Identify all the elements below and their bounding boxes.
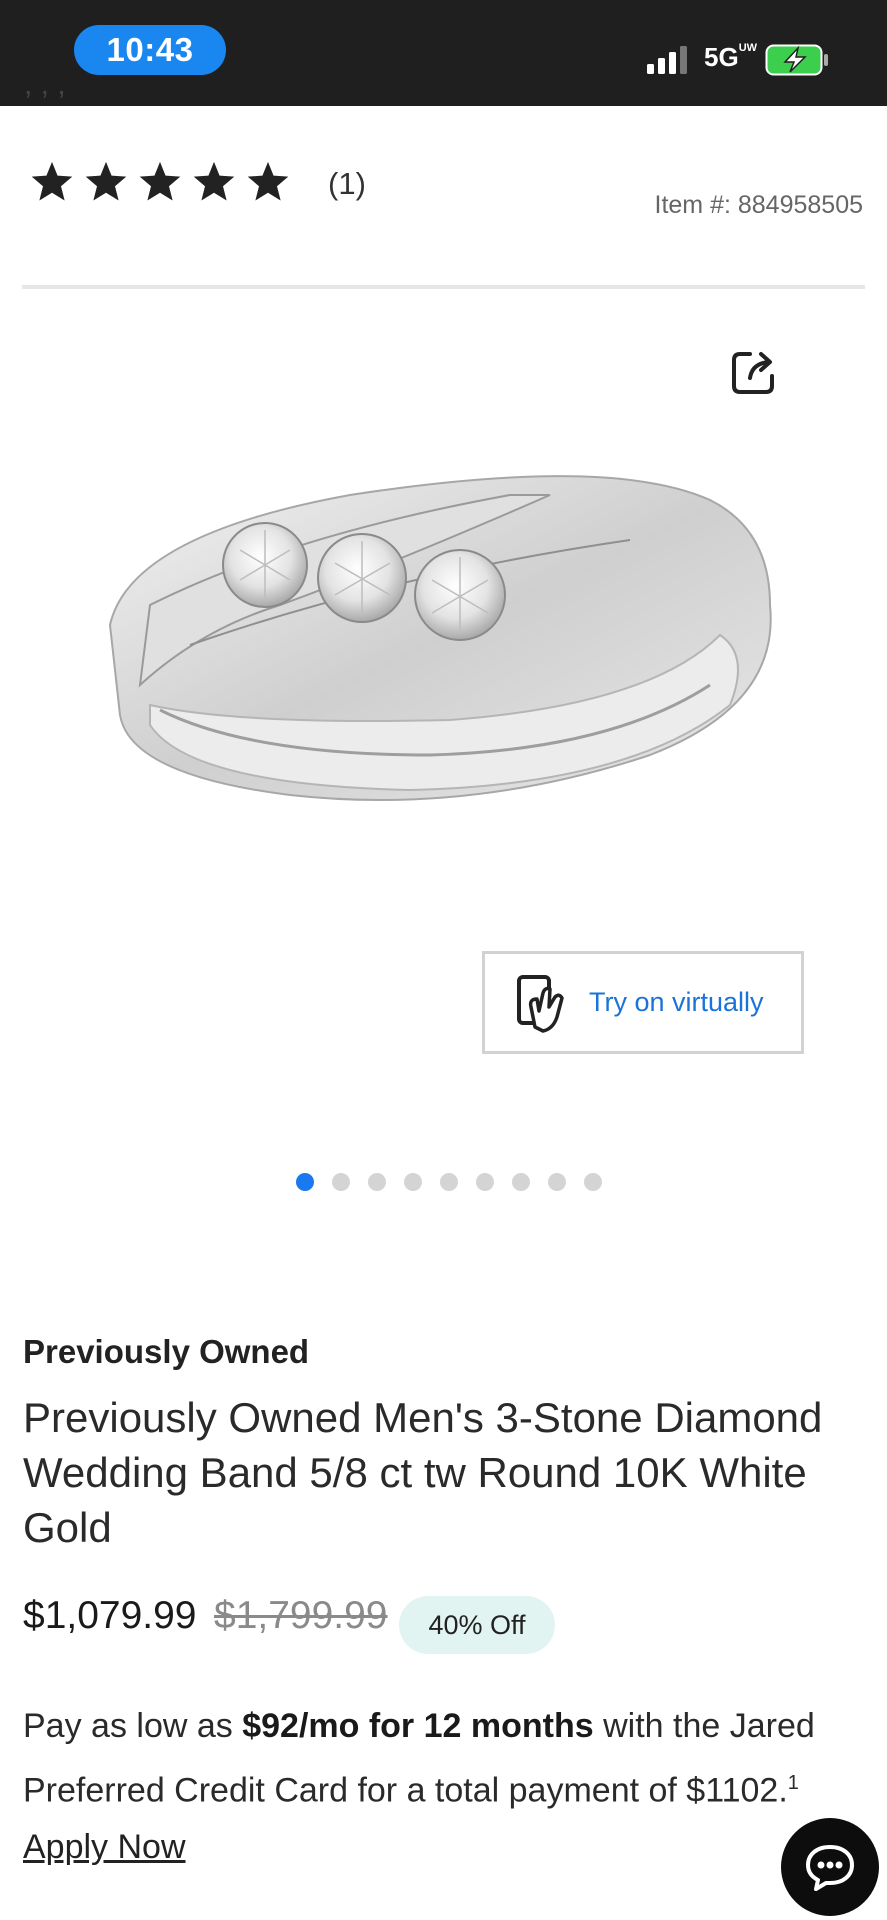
- try-on-label: Try on virtually: [589, 987, 764, 1017]
- financing-prefix: Pay as low as: [23, 1707, 243, 1745]
- financing-amount: $92/mo for 12 months: [242, 1707, 594, 1745]
- star-icon: [139, 161, 181, 201]
- battery-charging-icon: [765, 44, 828, 76]
- carousel-dots[interactable]: [296, 1173, 602, 1191]
- financing-info: Pay as low as $92/mo for 12 months with …: [23, 1698, 868, 1876]
- network-type: 5G: [704, 42, 739, 72]
- hand-phone-icon: [517, 974, 564, 1033]
- carousel-dot[interactable]: [512, 1173, 530, 1191]
- status-time: 10:43: [74, 25, 226, 75]
- try-on-virtually-button[interactable]: Try on virtually: [482, 951, 804, 1054]
- carousel-dot[interactable]: [476, 1173, 494, 1191]
- chat-button[interactable]: [781, 1818, 879, 1916]
- carousel-dot[interactable]: [548, 1173, 566, 1191]
- carousel-dot[interactable]: [368, 1173, 386, 1191]
- item-number: Item #: 884958505: [654, 191, 864, 219]
- share-icon[interactable]: [728, 346, 780, 398]
- star-icon: [31, 161, 73, 201]
- star-icon: [193, 161, 235, 201]
- carousel-dot[interactable]: [404, 1173, 422, 1191]
- network-superscript: UW: [738, 42, 758, 54]
- product-category: Previously Owned: [23, 1333, 310, 1370]
- divider: [22, 285, 865, 289]
- carousel-dot[interactable]: [440, 1173, 458, 1191]
- apply-now-link[interactable]: Apply Now: [23, 1828, 186, 1866]
- star-icon: [247, 161, 289, 201]
- cutoff-text: , , ,: [24, 90, 864, 104]
- financing-footnote: 1: [787, 1772, 799, 1794]
- product-title: Previously Owned Men's 3-Stone Diamond W…: [23, 1394, 823, 1551]
- chat-bubble-icon: [806, 1845, 854, 1891]
- carousel-dot[interactable]: [296, 1173, 314, 1191]
- cellular-signal-icon: [647, 46, 687, 74]
- network-label: 5GUW: [704, 42, 758, 73]
- review-count[interactable]: (1): [328, 166, 366, 202]
- sale-price: $1,079.99: [23, 1594, 197, 1637]
- star-icon: [85, 161, 127, 201]
- star-rating[interactable]: [28, 160, 292, 204]
- carousel-dot[interactable]: [332, 1173, 350, 1191]
- carousel-dot[interactable]: [584, 1173, 602, 1191]
- product-image[interactable]: [90, 455, 830, 925]
- discount-badge: 40% Off: [399, 1596, 555, 1654]
- original-price: $1,799.99: [214, 1594, 388, 1637]
